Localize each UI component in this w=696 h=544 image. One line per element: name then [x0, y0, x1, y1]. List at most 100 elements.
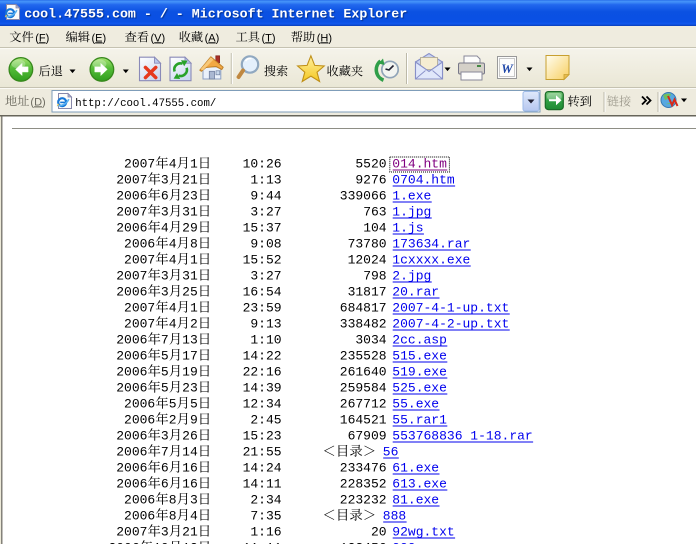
svg-text:(T): (T)	[262, 32, 276, 44]
svg-text:2: 2	[190, 317, 198, 332]
svg-text:16:54: 16:54	[243, 285, 282, 300]
svg-text:6: 6	[161, 461, 169, 476]
svg-text:5: 5	[161, 381, 169, 396]
svg-text:1: 1	[190, 157, 198, 172]
svg-text:55.rar1: 55.rar1	[392, 413, 447, 428]
svg-text:23: 23	[182, 189, 198, 204]
svg-text:15:52: 15:52	[243, 253, 282, 268]
svg-text:3034: 3034	[355, 333, 386, 348]
svg-text:5: 5	[169, 397, 177, 412]
svg-text:12:34: 12:34	[243, 397, 282, 412]
svg-text:173634.rar: 173634.rar	[392, 237, 470, 252]
svg-text:8: 8	[169, 509, 177, 524]
svg-text:3: 3	[161, 173, 169, 188]
svg-text:67909: 67909	[348, 429, 387, 444]
svg-text:2006: 2006	[116, 189, 147, 204]
svg-text:(E): (E)	[92, 32, 107, 44]
svg-text:7: 7	[161, 333, 169, 348]
svg-text:2006: 2006	[116, 365, 147, 380]
svg-text:14:39: 14:39	[243, 381, 282, 396]
svg-text:2006: 2006	[116, 477, 147, 492]
svg-text:9: 9	[190, 413, 198, 428]
svg-text:(A): (A)	[205, 32, 220, 44]
svg-text:4: 4	[190, 509, 198, 524]
svg-text:20: 20	[371, 525, 387, 540]
svg-text:9:44: 9:44	[250, 189, 281, 204]
svg-text:cool.47555.com - / - Microsoft: cool.47555.com - / - Microsoft Internet …	[24, 7, 407, 22]
svg-text:228352: 228352	[340, 477, 387, 492]
svg-text:26: 26	[182, 429, 198, 444]
svg-text:1cxxxx.exe: 1cxxxx.exe	[392, 253, 470, 268]
svg-text:223232: 223232	[340, 493, 387, 508]
svg-text:5: 5	[190, 397, 198, 412]
svg-text:21: 21	[182, 173, 198, 188]
svg-text:20.rar: 20.rar	[392, 285, 439, 300]
svg-text:14:22: 14:22	[243, 349, 282, 364]
svg-text:23: 23	[182, 381, 198, 396]
svg-text:3:27: 3:27	[250, 269, 281, 284]
svg-text:1: 1	[190, 301, 198, 316]
svg-text:613.exe: 613.exe	[392, 477, 447, 492]
svg-text:21: 21	[182, 525, 198, 540]
svg-text:684817: 684817	[340, 301, 387, 316]
svg-text:014.htm: 014.htm	[392, 157, 447, 172]
svg-text:2007-4-1-up.txt: 2007-4-1-up.txt	[392, 301, 509, 316]
svg-text:29: 29	[182, 221, 198, 236]
svg-text:888: 888	[383, 509, 406, 524]
svg-text:15:37: 15:37	[243, 221, 282, 236]
svg-text:http://cool.47555.com/: http://cool.47555.com/	[75, 98, 216, 110]
svg-text:56: 56	[383, 445, 399, 460]
svg-text:2:45: 2:45	[250, 413, 281, 428]
svg-text:2007: 2007	[124, 253, 155, 268]
svg-text:92wg.txt: 92wg.txt	[392, 525, 454, 540]
svg-text:14: 14	[182, 445, 198, 460]
svg-text:515.exe: 515.exe	[392, 349, 447, 364]
svg-text:1.exe: 1.exe	[392, 189, 431, 204]
svg-text:2007: 2007	[116, 269, 147, 284]
svg-text:5520: 5520	[355, 157, 386, 172]
svg-text:(D): (D)	[30, 96, 45, 108]
svg-text:2007: 2007	[116, 205, 147, 220]
svg-text:2006: 2006	[116, 349, 147, 364]
svg-text:15:23: 15:23	[243, 429, 282, 444]
svg-text:9276: 9276	[355, 173, 386, 188]
svg-text:3: 3	[161, 525, 169, 540]
svg-text:2006: 2006	[124, 509, 155, 524]
svg-text:2007: 2007	[124, 301, 155, 316]
svg-text:4: 4	[169, 317, 177, 332]
svg-text:2006: 2006	[116, 221, 147, 236]
svg-text:61.exe: 61.exe	[392, 461, 439, 476]
svg-text:2cc.asp: 2cc.asp	[392, 333, 447, 348]
svg-text:1.jpg: 1.jpg	[392, 205, 431, 220]
svg-text:8: 8	[169, 493, 177, 508]
svg-text:14:11: 14:11	[243, 477, 282, 492]
svg-text:14:24: 14:24	[243, 461, 282, 476]
svg-text:1: 1	[190, 253, 198, 268]
svg-text:25: 25	[182, 285, 198, 300]
svg-text:338482: 338482	[340, 317, 387, 332]
svg-text:4: 4	[161, 221, 169, 236]
svg-text:23:59: 23:59	[243, 301, 282, 316]
svg-text:2006: 2006	[116, 381, 147, 396]
svg-text:81.exe: 81.exe	[392, 493, 439, 508]
svg-text:6: 6	[161, 477, 169, 492]
svg-text:259584: 259584	[340, 381, 387, 396]
svg-text:2006: 2006	[124, 237, 155, 252]
svg-text:525.exe: 525.exe	[392, 381, 447, 396]
svg-text:31: 31	[182, 269, 198, 284]
svg-text:233476: 233476	[340, 461, 387, 476]
svg-text:1.js: 1.js	[392, 221, 423, 236]
svg-text:6: 6	[161, 189, 169, 204]
svg-text:55.exe: 55.exe	[392, 397, 439, 412]
svg-text:31: 31	[182, 205, 198, 220]
svg-text:3: 3	[190, 493, 198, 508]
svg-text:519.exe: 519.exe	[392, 365, 447, 380]
svg-text:73780: 73780	[348, 237, 387, 252]
svg-text:3: 3	[161, 429, 169, 444]
svg-text:2006: 2006	[116, 429, 147, 444]
svg-text:21:55: 21:55	[243, 445, 282, 460]
svg-text:2.jpg: 2.jpg	[392, 269, 431, 284]
svg-text:5: 5	[161, 365, 169, 380]
svg-text:3: 3	[161, 269, 169, 284]
svg-text:4: 4	[169, 253, 177, 268]
